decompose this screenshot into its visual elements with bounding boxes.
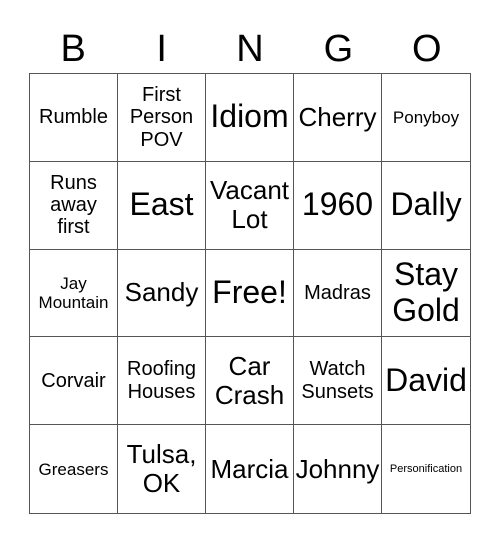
free-space-cell[interactable]: Free! [206,249,294,338]
bingo-cell[interactable]: Corvair [30,337,118,426]
bingo-cell[interactable]: Greasers [30,425,118,513]
bingo-cell[interactable]: First Person POV [118,74,206,162]
bingo-cell[interactable]: Car Crash [206,337,294,426]
bingo-cell[interactable]: Sandy [118,249,206,338]
bingo-cell[interactable]: Rumble [30,74,118,162]
bingo-cell[interactable]: Johnny [294,425,382,513]
bingo-cell[interactable]: Dally [382,162,470,250]
bingo-cell[interactable]: David [382,337,470,426]
bingo-cell[interactable]: Roofing Houses [118,337,206,426]
bingo-cell[interactable]: 1960 [294,161,382,250]
bingo-cell[interactable]: Tulsa, OK [118,425,206,513]
bingo-cell[interactable]: Marcia [206,425,294,513]
bingo-cell[interactable]: Jay Mountain [30,249,118,338]
bingo-cell[interactable]: Stay Gold [382,250,470,338]
header-letter-g: G [323,28,354,70]
bingo-cell[interactable]: Runs away first [30,161,118,250]
bingo-cell[interactable]: Idiom [206,74,294,162]
bingo-header: B I N G O [29,26,471,72]
header-letter-o: O [412,28,442,70]
bingo-cell[interactable]: East [118,161,206,250]
bingo-cell[interactable]: Ponyboy [382,74,470,162]
bingo-cell[interactable]: Watch Sunsets [294,337,382,426]
bingo-cell[interactable]: Personification [382,425,470,513]
header-letter-b: B [60,28,86,70]
bingo-grid: Rumble First Person POV Idiom Cherry Pon… [29,73,471,514]
header-letter-i: I [156,28,167,70]
header-letter-n: N [236,28,264,70]
bingo-cell[interactable]: Vacant Lot [206,161,294,250]
bingo-cell[interactable]: Madras [294,249,382,338]
bingo-cell[interactable]: Cherry [294,74,382,162]
